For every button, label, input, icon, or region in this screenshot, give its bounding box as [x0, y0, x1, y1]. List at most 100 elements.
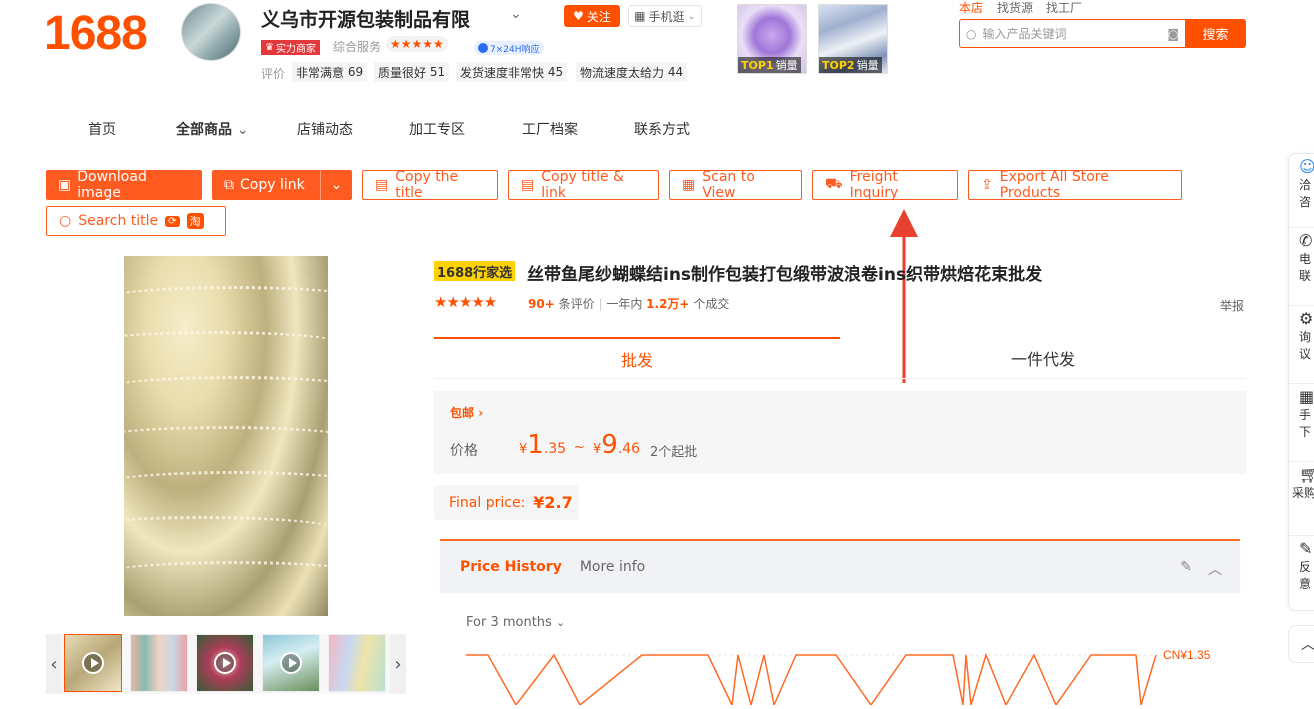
nav-all-products[interactable]: 全部商品 ⌄ [176, 119, 249, 139]
chevron-down-icon: ⌄ [330, 177, 343, 193]
upload-icon: ⇪ [981, 177, 993, 193]
alibaba-icon: ⟳ [165, 215, 180, 227]
sidebar-item-feedback[interactable]: ✎ 反意 [1289, 540, 1314, 610]
price-min: ¥1.35 [519, 430, 567, 460]
tab-dropship[interactable]: 一件代发 [840, 337, 1246, 379]
tab-more-info[interactable]: More info [580, 559, 645, 575]
freight-inquiry-button[interactable]: ⛟ Freight Inquiry [812, 169, 958, 201]
chevron-down-icon: ⌄ [555, 616, 566, 629]
site-logo[interactable]: 1688 [44, 6, 148, 61]
chevron-down-icon[interactable]: ⌄ [510, 6, 522, 22]
product-title: 丝带鱼尾纱蝴蝶结ins制作包装打包缎带波浪卷ins织带烘焙花束批发 [527, 265, 1043, 285]
image-icon: ▣ [58, 177, 72, 193]
scan-to-view-button[interactable]: ▦ Scan to View [669, 169, 802, 201]
thumbnail-1[interactable] [64, 634, 122, 692]
nav-factory-profile[interactable]: 工厂档案 [522, 119, 578, 139]
composite-service-label: 综合服务 [333, 40, 382, 54]
search-icon: ○ [59, 213, 72, 229]
link-this-store[interactable]: 本店 [959, 0, 983, 16]
strength-merchant-badge: ♛ 实力商家 [261, 40, 320, 55]
price-max: ¥9.46 [593, 430, 641, 460]
chevron-left-icon[interactable]: ‹ [46, 634, 62, 694]
search-icon: ○ [966, 26, 977, 41]
nav-contact[interactable]: 联系方式 [634, 119, 690, 139]
thumbnail-2[interactable] [130, 634, 188, 692]
phone-browse-button[interactable]: ▦ 手机逛 ⌄ [628, 5, 702, 27]
response-badge: 7×24H响应 [474, 41, 544, 55]
chat-icon [478, 43, 488, 53]
tab-price-history[interactable]: Price History [460, 559, 562, 575]
price-label: 价格 [450, 443, 478, 459]
expert-choice-badge: 1688行家选 [434, 261, 516, 281]
play-icon [280, 652, 302, 674]
report-link[interactable]: 举报 [1220, 297, 1244, 314]
price-history-panel: Price History More info ✎ ︿ For 3 months … [440, 539, 1240, 709]
edit-icon: ✎ [1299, 539, 1313, 558]
review-label: 评价 [261, 67, 286, 81]
document-icon: ▤ [521, 177, 535, 193]
thumbnail-4[interactable] [262, 634, 320, 692]
sidebar-item-cart[interactable]: 🛒︎ 采购 [1289, 466, 1314, 536]
chevron-up-icon[interactable]: ︿ [1208, 559, 1222, 579]
export-all-button[interactable]: ⇪ Export All Store Products [968, 169, 1182, 201]
price-history-chart: CN¥1.35 [466, 648, 1211, 705]
shop-name[interactable]: 义乌市开源包装制品有限 [261, 5, 470, 32]
gear-icon: ⚙ [1299, 309, 1314, 328]
chat-icon: ☺ [1299, 157, 1314, 176]
search-button[interactable]: 搜索 [1185, 19, 1246, 48]
shop-avatar[interactable] [181, 3, 241, 61]
min-order: 2个起批 [650, 445, 698, 460]
link-find-source[interactable]: 找货源 [997, 0, 1033, 16]
thumbnail-5[interactable] [328, 634, 386, 692]
crown-icon: ♛ [265, 42, 274, 53]
top1-product[interactable]: TOP1 销量 [737, 4, 807, 74]
rating-stars: ★★★★★ [434, 293, 497, 311]
play-icon [214, 652, 236, 674]
rating-summary[interactable]: 90+ 条评价 | 一年内 1.2万+ 个成交 [528, 295, 729, 312]
tab-wholesale[interactable]: 批发 [434, 337, 840, 379]
period-select[interactable]: For 3 months ⌄ [466, 615, 565, 630]
truck-icon: ⛟ [825, 176, 843, 192]
free-shipping-link[interactable]: 包邮 › [450, 404, 483, 421]
sidebar-collapse-button[interactable]: ︿ [1288, 625, 1314, 663]
link-icon: ⧉ [224, 177, 234, 193]
thumbnail-3[interactable] [196, 634, 254, 692]
download-image-button[interactable]: ▣ Download image [46, 169, 202, 201]
copy-link-button[interactable]: ⧉ Copy link [212, 170, 320, 200]
sidebar-item-consult[interactable]: ☺ 洽咨 [1289, 158, 1314, 228]
final-price: Final price: ¥2.7 [434, 485, 579, 520]
price-line [466, 652, 1157, 705]
chevron-down-icon: ⌄ [236, 122, 249, 138]
play-icon [82, 652, 104, 674]
top2-product[interactable]: TOP2 销量 [818, 4, 888, 74]
chevron-right-icon[interactable]: › [390, 634, 406, 694]
camera-icon[interactable]: ◙ [1167, 27, 1179, 41]
nav-home[interactable]: 首页 [88, 119, 116, 139]
sidebar-item-inquiry[interactable]: ⚙ 询议 [1289, 310, 1314, 384]
nav-store-news[interactable]: 店铺动态 [297, 119, 353, 139]
chevron-down-icon: ⌄ [687, 10, 696, 22]
sidebar-item-phone[interactable]: ✆ 电联 [1289, 232, 1314, 306]
search-title-button[interactable]: ○ Search title ⟳ 淘 [46, 206, 226, 236]
follow-button[interactable]: ♥ 关注 [564, 5, 620, 27]
review-tag: 非常满意 69 [292, 62, 368, 82]
document-icon: ▤ [375, 177, 389, 193]
composite-stars: ★★★★★ [386, 36, 448, 52]
main-product-image[interactable] [124, 256, 328, 616]
copy-link-dropdown[interactable]: ⌄ [320, 170, 352, 200]
review-tag: 物流速度太给力 44 [576, 62, 688, 82]
copy-title-button[interactable]: ▤ Copy the title [362, 169, 498, 201]
link-find-factory[interactable]: 找工厂 [1046, 0, 1082, 16]
price-tilde: ~ [574, 440, 585, 455]
sidebar-item-mobile-order[interactable]: ▦ 手下 [1289, 388, 1314, 462]
qr-icon: ▦ [682, 177, 696, 193]
current-price-label: CN¥1.35 [1163, 648, 1211, 662]
phone-icon: ✆ [1299, 231, 1313, 250]
qr-icon: ▦ [1299, 387, 1314, 406]
nav-processing[interactable]: 加工专区 [409, 119, 465, 139]
edit-icon[interactable]: ✎ [1180, 559, 1192, 579]
search-input[interactable]: ○ 输入产品关键词 ◙ [959, 19, 1185, 48]
copy-title-link-button[interactable]: ▤ Copy title & link [508, 169, 659, 201]
review-tag: 发货速度非常快 45 [456, 62, 568, 82]
heart-icon: ♥ [573, 9, 584, 23]
